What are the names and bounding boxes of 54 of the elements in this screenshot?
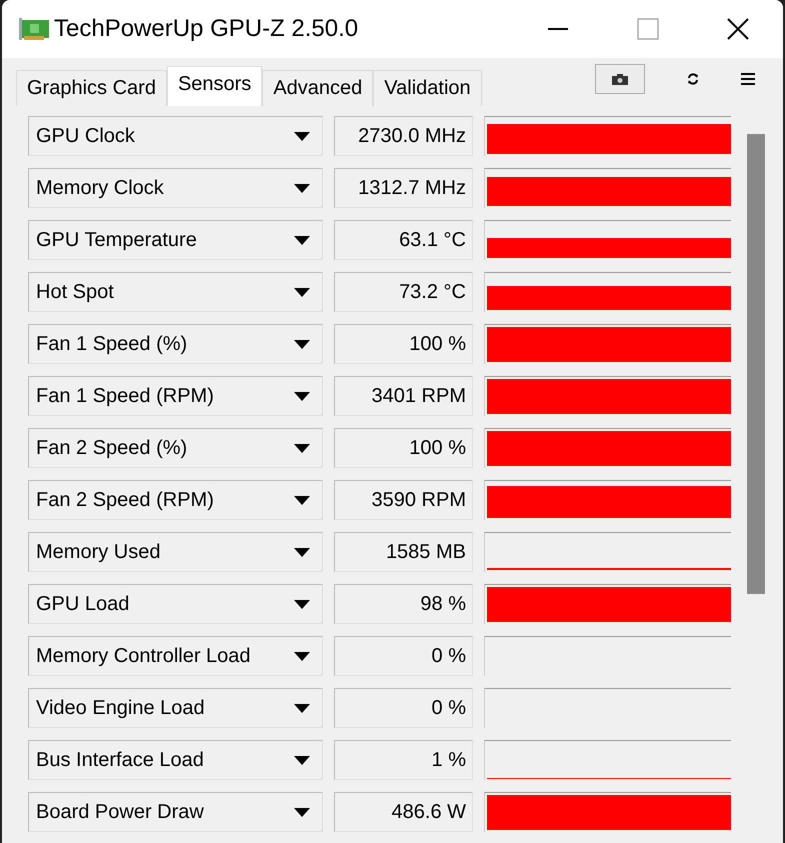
sensor-value: 100 % [334,428,473,468]
dropdown-arrow-icon [294,808,310,816]
sensor-dropdown[interactable]: Memory Used [28,532,323,572]
dropdown-arrow-icon [294,392,310,400]
dropdown-arrow-icon [294,652,310,660]
sensor-dropdown[interactable]: Memory Controller Load [28,636,323,676]
sensor-dropdown[interactable]: Video Engine Load [28,688,323,728]
sensor-value: 1585 MB [334,532,473,572]
sensor-dropdown[interactable]: GPU Load [28,584,323,624]
sensor-value: 73.2 °C [334,272,473,312]
sensor-dropdown[interactable]: Board Power Draw [28,792,323,832]
dropdown-arrow-icon [294,236,310,244]
dropdown-arrow-icon [294,444,310,452]
sensor-value: 3590 RPM [334,480,473,520]
sensor-dropdown[interactable]: Fan 2 Speed (%) [28,428,323,468]
graphics-card-icon [18,16,50,42]
sensor-dropdown[interactable]: GPU Temperature [28,220,323,260]
close-icon[interactable] [727,18,749,40]
sensor-value: 98 % [334,584,473,624]
sensor-value: 2730.0 MHz [334,116,473,156]
tab[interactable]: Graphics Card [16,70,167,106]
tab[interactable]: Validation [373,70,482,106]
dropdown-arrow-icon [294,704,310,712]
camera-icon [612,74,628,84]
sensor-value: 1 % [334,740,473,780]
dropdown-arrow-icon [294,756,310,764]
scrollbar-thumb[interactable] [747,134,765,594]
tab[interactable]: Advanced [262,70,374,106]
sensor-dropdown[interactable]: Fan 1 Speed (%) [28,324,323,364]
dropdown-arrow-icon [294,600,310,608]
sensor-dropdown[interactable]: Fan 1 Speed (RPM) [28,376,323,416]
dropdown-arrow-icon [294,548,310,556]
dropdown-arrow-icon [294,132,310,140]
menu-icon[interactable] [741,73,755,85]
sensor-value: 63.1 °C [334,220,473,260]
window-title: TechPowerUp GPU-Z 2.50.0 [54,15,358,43]
sensor-dropdown[interactable]: Bus Interface Load [28,740,323,780]
sensor-dropdown[interactable]: Memory Clock [28,168,323,208]
camera-button[interactable] [595,64,645,94]
sensor-dropdown[interactable]: Fan 2 Speed (RPM) [28,480,323,520]
sensor-value: 3401 RPM [334,376,473,416]
dropdown-arrow-icon [294,288,310,296]
sensor-dropdown[interactable]: GPU Clock [28,116,323,156]
dropdown-arrow-icon [294,496,310,504]
sensor-value: 0 % [334,636,473,676]
sensor-value: 0 % [334,688,473,728]
dropdown-arrow-icon [294,340,310,348]
tab[interactable]: Sensors [166,66,262,106]
sensor-value: 100 % [334,324,473,364]
dropdown-arrow-icon [294,184,310,192]
refresh-icon[interactable] [687,73,699,85]
sensor-value: 486.6 W [334,792,473,832]
sensor-dropdown[interactable]: Hot Spot [28,272,323,312]
sensor-value: 1312.7 MHz [334,168,473,208]
